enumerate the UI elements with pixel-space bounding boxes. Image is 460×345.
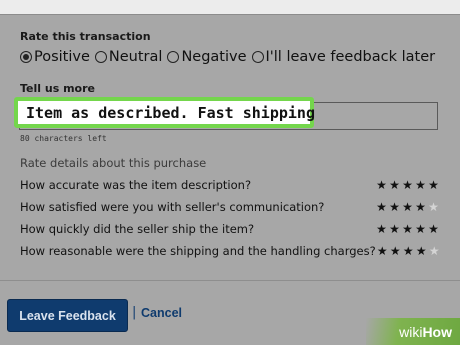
star-filled-icon[interactable]: ★ [388, 222, 401, 236]
star-filled-icon[interactable]: ★ [376, 244, 389, 258]
top-strip [0, 0, 460, 15]
rate-details-title: Rate details about this purchase [20, 156, 207, 170]
radio-indicator[interactable] [251, 51, 264, 63]
detail-question: How reasonable were the shipping and the… [20, 244, 376, 258]
detail-rating-row: How reasonable were the shipping and the… [20, 242, 440, 260]
star-filled-icon[interactable]: ★ [415, 244, 428, 258]
star-filled-icon[interactable]: ★ [375, 178, 388, 192]
section-divider [0, 280, 460, 281]
rating-radio-group: Positive Neutral Negative I'll leave fee… [20, 49, 440, 65]
star-filled-icon[interactable]: ★ [388, 200, 401, 214]
detail-rating-row: How satisfied were you with seller's com… [20, 198, 440, 216]
radio-feedback-later[interactable]: I'll leave feedback later [251, 49, 436, 65]
characters-left-counter: 80 characters left [20, 134, 107, 143]
star-filled-icon[interactable]: ★ [402, 244, 415, 258]
star-filled-icon[interactable]: ★ [401, 178, 414, 192]
radio-neutral[interactable]: Neutral [94, 49, 163, 65]
tell-us-more-title: Tell us more [20, 82, 95, 95]
radio-selected-dot [23, 54, 29, 60]
radio-label: Positive [34, 49, 90, 65]
feedback-text-value[interactable]: Item as described. Fast shipping [14, 97, 315, 128]
star-filled-icon[interactable]: ★ [401, 200, 414, 214]
logo-part-how: How [422, 323, 452, 340]
radio-label: I'll leave feedback later [265, 49, 436, 65]
star-empty-icon[interactable]: ★ [428, 244, 441, 258]
star-filled-icon[interactable]: ★ [401, 222, 414, 236]
detail-question: How quickly did the seller ship the item… [20, 222, 255, 236]
star-rating[interactable]: ★ ★ ★ ★ ★ [375, 200, 440, 214]
star-filled-icon[interactable]: ★ [427, 178, 440, 192]
star-filled-icon[interactable]: ★ [389, 244, 402, 258]
star-rating[interactable]: ★ ★ ★ ★ ★ [375, 178, 440, 192]
detail-rating-row: How quickly did the seller ship the item… [20, 220, 440, 238]
detail-question: How accurate was the item description? [20, 178, 252, 192]
rate-transaction-title: Rate this transaction [20, 30, 151, 43]
detail-rating-row: How accurate was the item description? ★… [20, 176, 440, 194]
star-filled-icon[interactable]: ★ [414, 178, 427, 192]
radio-positive[interactable]: Positive [20, 49, 90, 65]
star-filled-icon[interactable]: ★ [414, 222, 427, 236]
radio-indicator[interactable] [94, 51, 107, 63]
radio-indicator[interactable] [20, 51, 32, 63]
wikihow-logo: wiki How [366, 318, 460, 345]
leave-feedback-button[interactable]: Leave Feedback [7, 299, 128, 332]
star-rating[interactable]: ★ ★ ★ ★ ★ [375, 222, 440, 236]
radio-indicator[interactable] [167, 51, 180, 63]
star-filled-icon[interactable]: ★ [375, 200, 388, 214]
star-filled-icon[interactable]: ★ [388, 178, 401, 192]
star-filled-icon[interactable]: ★ [375, 222, 388, 236]
star-rating[interactable]: ★ ★ ★ ★ ★ [376, 244, 441, 258]
radio-negative[interactable]: Negative [167, 49, 247, 65]
radio-label: Negative [181, 49, 247, 65]
logo-part-wiki: wiki [399, 323, 423, 340]
radio-label: Neutral [108, 49, 163, 65]
star-empty-icon[interactable]: ★ [427, 200, 440, 214]
detail-question: How satisfied were you with seller's com… [20, 200, 325, 214]
star-filled-icon[interactable]: ★ [427, 222, 440, 236]
star-filled-icon[interactable]: ★ [414, 200, 427, 214]
cancel-link[interactable]: Cancel [141, 306, 182, 320]
action-separator: | [132, 305, 137, 320]
